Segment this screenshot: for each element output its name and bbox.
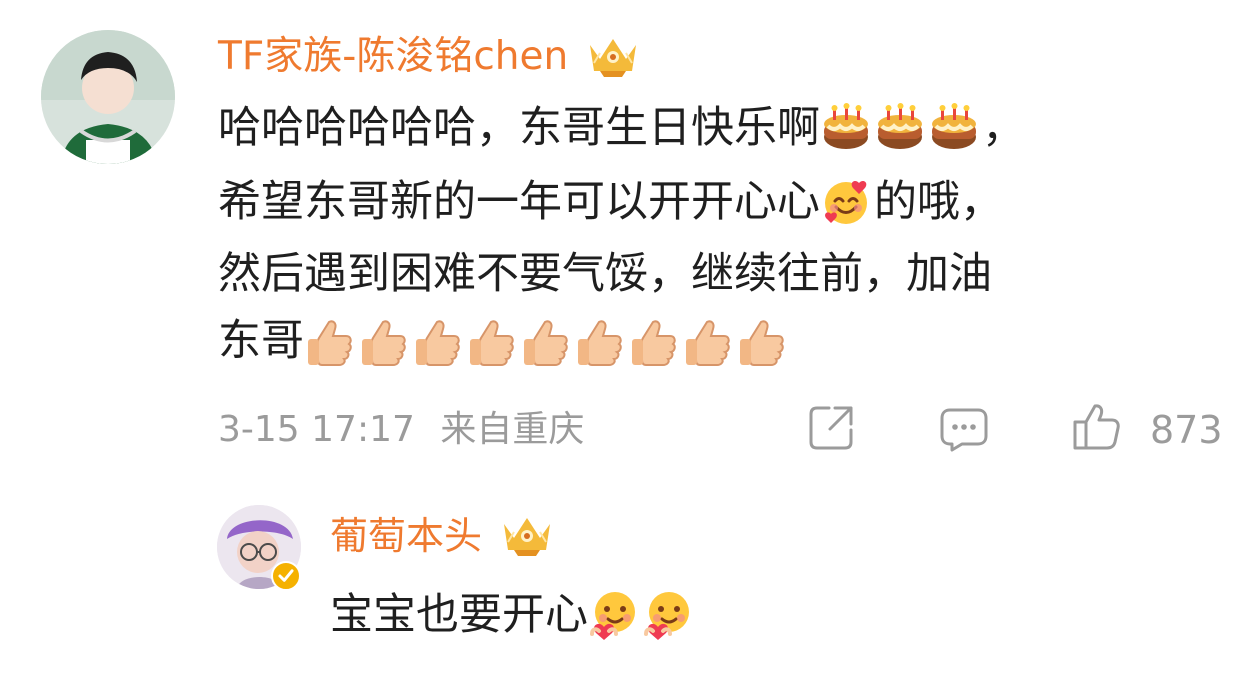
comment-button[interactable]: [938, 405, 990, 455]
like-icon: [1070, 400, 1122, 461]
comment-text: 的哦，: [874, 177, 1003, 227]
comment-text: 希望东哥新的一年可以开开心心: [218, 177, 820, 227]
birthday-cake-icon: [928, 102, 980, 154]
reply-comment-text: 宝宝也要开心: [330, 590, 588, 640]
comment-username[interactable]: TF家族-陈浚铭chen: [218, 33, 644, 81]
thumbs-up-icon: [412, 315, 464, 367]
comment-icon: [938, 402, 990, 458]
thumbs-up-icon: [304, 315, 356, 367]
crown-badge-icon: [496, 514, 558, 558]
thumbs-up-icon: [574, 315, 626, 367]
comment-text: 东哥: [218, 316, 304, 366]
heart-hug-face-icon: [588, 589, 640, 641]
avatar[interactable]: [41, 30, 175, 164]
comment-text: ，: [982, 103, 1025, 153]
heart-hug-face-icon: [642, 589, 694, 641]
comment-text: 然后遇到困难不要气馁，继续往前，加油: [218, 249, 992, 299]
thumbs-up-icon: [520, 315, 572, 367]
comment-line-2: 希望东哥新的一年可以开开心心 的哦，: [218, 170, 1003, 234]
verified-badge-icon: [271, 561, 301, 591]
comment-location: 来自重庆: [440, 409, 585, 450]
birthday-cake-icon: [874, 102, 926, 154]
crown-badge-icon: [582, 35, 644, 79]
like-button[interactable]: 873: [1070, 403, 1223, 455]
thumbs-up-icon: [358, 315, 410, 367]
share-button[interactable]: [805, 405, 857, 455]
username-label: TF家族-陈浚铭chen: [218, 34, 569, 79]
birthday-cake-icon: [820, 102, 872, 154]
like-count: 873: [1150, 408, 1223, 452]
reply-username[interactable]: 葡萄本头: [330, 512, 558, 560]
smiling-face-with-hearts-icon: [820, 176, 872, 228]
comment-meta: 3-15 17:17 来自重庆: [218, 406, 598, 454]
comment-line-4: 东哥: [218, 309, 790, 373]
thumbs-up-icon: [682, 315, 734, 367]
thumbs-up-icon: [466, 315, 518, 367]
thumbs-up-icon: [736, 315, 788, 367]
share-icon: [805, 402, 857, 458]
thumbs-up-icon: [628, 315, 680, 367]
comment-line-1: 哈哈哈哈哈哈，东哥生日快乐啊 ，: [218, 96, 1025, 160]
comment-line-3: 然后遇到困难不要气馁，继续往前，加油: [218, 242, 992, 306]
comment-date: 3-15 17:17: [218, 409, 415, 450]
reply-text: 宝宝也要开心: [330, 585, 696, 645]
comment-text: 哈哈哈哈哈哈，东哥生日快乐啊: [218, 103, 820, 153]
username-label: 葡萄本头: [330, 514, 483, 558]
